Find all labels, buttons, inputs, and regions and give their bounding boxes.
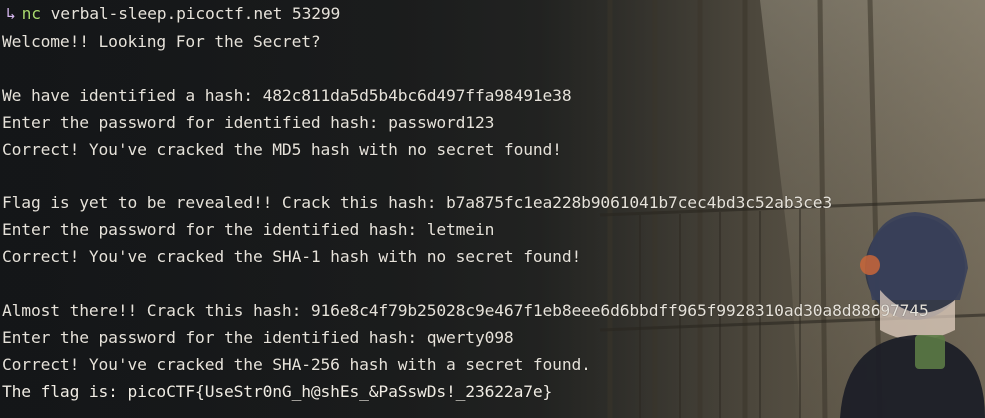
output-line-md5-password: Enter the password for identified hash: … bbox=[2, 113, 495, 132]
output-line-sha1-password: Enter the password for the identified ha… bbox=[2, 220, 495, 239]
output-line-sha1-result: Correct! You've cracked the SHA-1 hash w… bbox=[2, 247, 582, 266]
output-line-sha256-hash: Almost there!! Crack this hash: 916e8c4f… bbox=[2, 301, 929, 320]
output-line-md5-hash: We have identified a hash: 482c811da5d5b… bbox=[2, 86, 572, 105]
prompt-command: nc bbox=[21, 4, 41, 23]
output-line-md5-result: Correct! You've cracked the MD5 hash wit… bbox=[2, 140, 562, 159]
output-line-sha1-hash: Flag is yet to be revealed!! Crack this … bbox=[2, 193, 833, 212]
output-line-flag: The flag is: picoCTF{UseStr0nG_h@shEs_&P… bbox=[2, 382, 553, 401]
terminal-window[interactable]: ↳ nc verbal-sleep.picoctf.net 53299 Welco… bbox=[0, 0, 985, 418]
prompt-line: ↳ nc verbal-sleep.picoctf.net 53299 bbox=[2, 1, 340, 27]
output-line-welcome: Welcome!! Looking For the Secret? bbox=[2, 32, 321, 51]
prompt-arguments: verbal-sleep.picoctf.net 53299 bbox=[50, 4, 341, 23]
output-line-sha256-result: Correct! You've cracked the SHA-256 hash… bbox=[2, 355, 591, 374]
terminal-output[interactable]: ↳ nc verbal-sleep.picoctf.net 53299 Welco… bbox=[0, 0, 985, 418]
output-line-sha256-password: Enter the password for the identified ha… bbox=[2, 328, 514, 347]
prompt-arrow-icon: ↳ bbox=[6, 4, 16, 23]
